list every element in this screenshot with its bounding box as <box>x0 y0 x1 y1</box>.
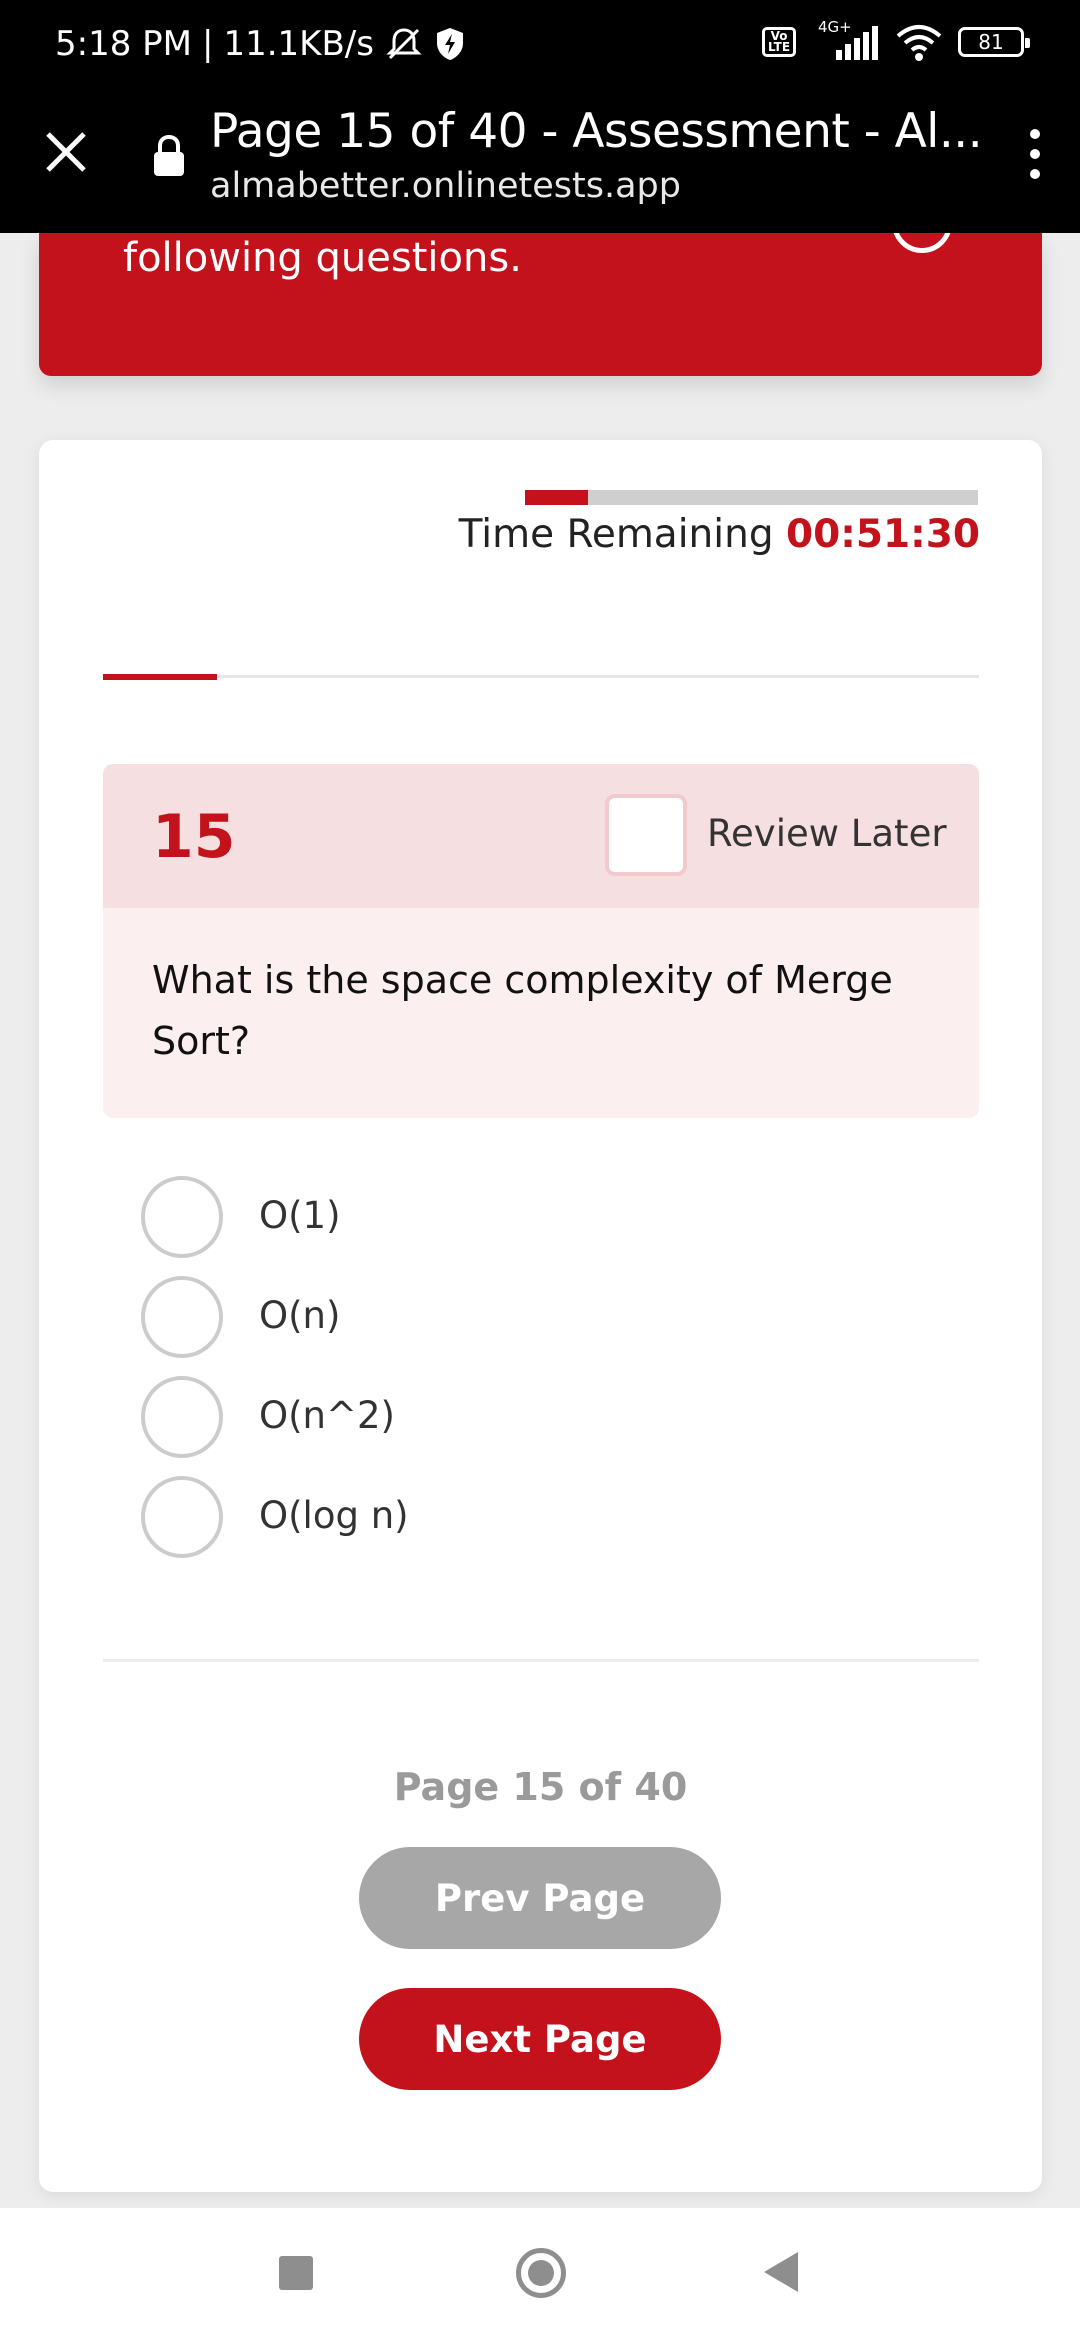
status-right: Vo LTE 4G+ 81 <box>762 18 1030 62</box>
banner-circle-icon <box>892 233 952 253</box>
test-progress-bar <box>103 674 979 680</box>
network-speed: 11.1KB/s <box>223 24 374 64</box>
page-indicator: Page 15 of 40 <box>393 1765 688 1809</box>
mute-notifications-icon <box>386 28 422 60</box>
answer-option[interactable]: O(n^2) <box>141 1376 841 1476</box>
review-later-label[interactable]: Review Later <box>707 812 947 855</box>
test-progress-fill <box>103 674 217 680</box>
next-page-button[interactable]: Next Page <box>359 1988 721 2090</box>
question-text: What is the space complexity of Merge So… <box>152 958 893 1063</box>
answer-option[interactable]: O(log n) <box>141 1476 841 1576</box>
question-body: What is the space complexity of Merge So… <box>103 908 979 1118</box>
answer-option[interactable]: O(n) <box>141 1276 841 1376</box>
browser-toolbar: Page 15 of 40 - Assessment - Al... almab… <box>0 96 1080 233</box>
timer-progress-bar <box>525 490 978 505</box>
banner-text: following questions. <box>123 235 522 281</box>
prev-page-button[interactable]: Prev Page <box>359 1847 721 1949</box>
question-card: Time Remaining 00:51:30 15 Review Later … <box>39 440 1042 2192</box>
battery-indicator: 81 <box>958 27 1030 57</box>
time-remaining-label: Time Remaining <box>458 512 774 557</box>
browser-page-title[interactable]: Page 15 of 40 - Assessment - Al... <box>210 104 983 159</box>
signal-indicator: 4G+ <box>810 18 880 62</box>
question-box: 15 Review Later What is the space comple… <box>103 764 979 1118</box>
question-header: 15 Review Later <box>103 764 979 908</box>
instructions-banner: following questions. <box>39 233 1042 376</box>
radio-button[interactable] <box>141 1176 223 1258</box>
question-number: 15 <box>152 802 236 872</box>
wifi-icon <box>896 25 942 61</box>
radio-button[interactable] <box>141 1276 223 1358</box>
radio-button[interactable] <box>141 1376 223 1458</box>
review-later-checkbox[interactable] <box>605 794 687 876</box>
status-separator: | <box>202 24 214 64</box>
browser-url[interactable]: almabetter.onlinetests.app <box>210 166 681 206</box>
option-label[interactable]: O(1) <box>259 1194 341 1237</box>
status-bar: 5:18 PM | 11.1KB/s Vo LTE 4G+ 81 <box>0 0 1080 96</box>
volte-badge: Vo LTE <box>762 27 796 57</box>
signal-bars-icon <box>836 26 878 60</box>
divider <box>103 1659 979 1662</box>
status-left: 5:18 PM | 11.1KB/s <box>55 24 466 64</box>
home-icon[interactable] <box>516 2248 566 2298</box>
close-icon[interactable] <box>40 126 92 178</box>
lock-icon <box>154 134 184 176</box>
answer-options: O(1) O(n) O(n^2) O(log n) <box>141 1176 841 1576</box>
back-icon[interactable] <box>764 2252 798 2292</box>
timer-progress-fill <box>525 490 589 505</box>
option-label[interactable]: O(n) <box>259 1294 340 1337</box>
more-options-icon[interactable] <box>1020 126 1050 182</box>
system-nav-bar <box>0 2208 1080 2340</box>
time-remaining-value: 00:51:30 <box>785 512 980 557</box>
shield-bolt-icon <box>436 28 463 60</box>
status-time: 5:18 PM <box>55 24 192 64</box>
option-label[interactable]: O(log n) <box>259 1494 409 1537</box>
time-remaining: Time Remaining 00:51:30 <box>459 512 980 557</box>
answer-option[interactable]: O(1) <box>141 1176 841 1276</box>
recents-icon[interactable] <box>279 2256 313 2290</box>
option-label[interactable]: O(n^2) <box>259 1394 395 1437</box>
radio-button[interactable] <box>141 1476 223 1558</box>
